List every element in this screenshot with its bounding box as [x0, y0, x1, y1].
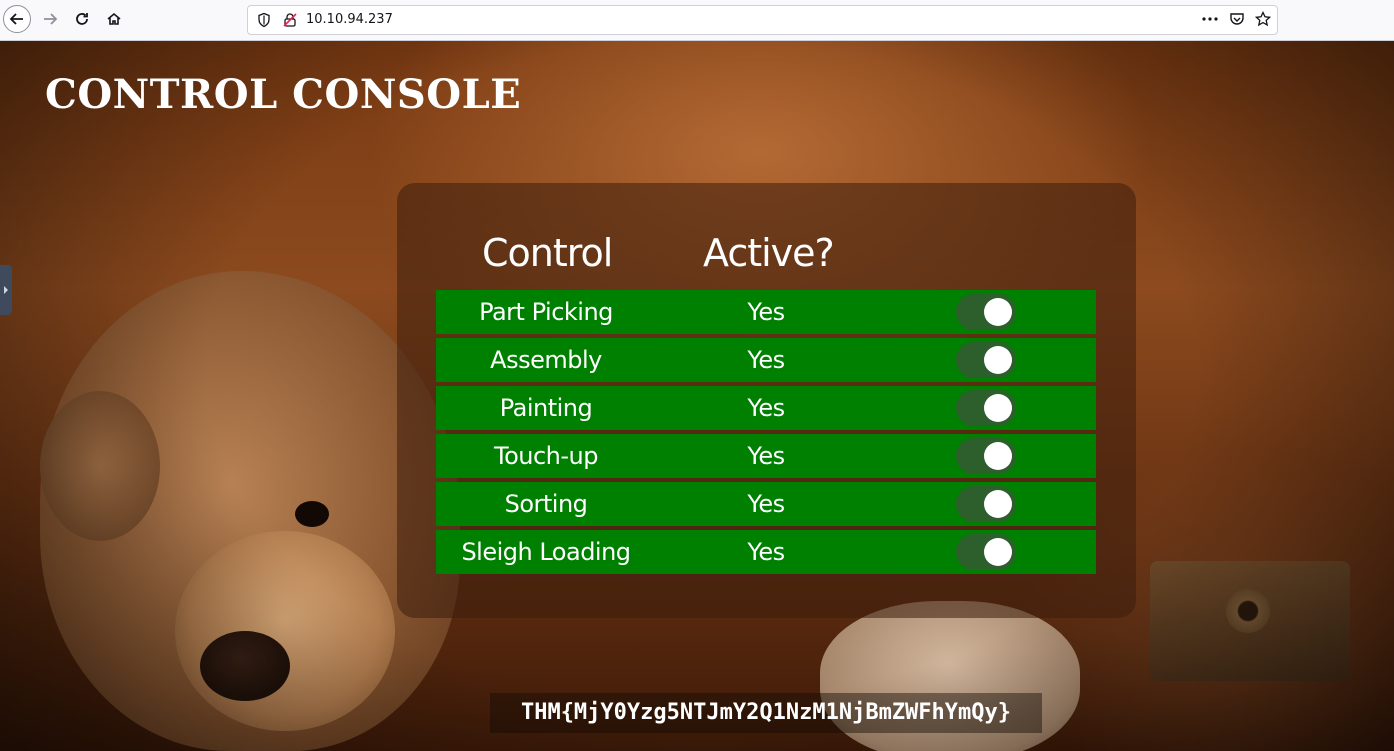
toggle-switch[interactable] — [956, 534, 1016, 570]
control-status: Yes — [747, 490, 785, 518]
toggle-knob — [984, 442, 1012, 470]
control-row: Touch-up Yes — [436, 434, 1096, 478]
back-button[interactable] — [3, 5, 31, 33]
flag-text: THM{MjY0Yzg5NTJmY2Q1NzM1NjBmZWFhYmQy} — [490, 693, 1042, 733]
control-name: Painting — [499, 394, 593, 422]
column-header-control: Control — [482, 231, 613, 275]
arrow-right-icon — [44, 13, 58, 25]
page-title: CONTROL CONSOLE — [45, 71, 522, 118]
toggle-switch[interactable] — [956, 342, 1016, 378]
control-status: Yes — [747, 538, 785, 566]
control-status: Yes — [747, 346, 785, 374]
star-icon[interactable] — [1254, 10, 1272, 31]
control-name: Part Picking — [479, 298, 613, 326]
insecure-lock-icon[interactable] — [282, 12, 298, 32]
control-row: Painting Yes — [436, 386, 1096, 430]
chevron-right-icon — [4, 286, 8, 294]
sidebar-toggle-tab[interactable] — [0, 265, 12, 315]
control-row: Part Picking Yes — [436, 290, 1096, 334]
control-status: Yes — [747, 394, 785, 422]
control-name: Assembly — [490, 346, 602, 374]
more-icon[interactable] — [1201, 11, 1219, 31]
reload-button[interactable] — [68, 5, 96, 33]
reload-icon — [76, 13, 88, 25]
home-icon — [107, 12, 121, 25]
shield-icon[interactable] — [256, 12, 272, 32]
toggle-switch[interactable] — [956, 438, 1016, 474]
toggle-knob — [984, 346, 1012, 374]
control-row: Sleigh Loading Yes — [436, 530, 1096, 574]
toggle-knob — [984, 394, 1012, 422]
control-status: Yes — [747, 442, 785, 470]
toggle-knob — [984, 490, 1012, 518]
home-button[interactable] — [100, 5, 128, 33]
control-status: Yes — [747, 298, 785, 326]
url-bar[interactable]: 10.10.94.237 — [247, 5, 1278, 35]
arrow-left-icon — [9, 13, 23, 25]
column-header-active: Active? — [703, 231, 835, 275]
control-list: Part Picking Yes Assembly Yes Painting Y… — [436, 290, 1096, 578]
control-name: Sleigh Loading — [461, 538, 631, 566]
page-viewport: CONTROL CONSOLE Control Active? Part Pic… — [0, 41, 1394, 751]
toggle-knob — [984, 298, 1012, 326]
control-name: Touch-up — [494, 442, 599, 470]
control-row: Sorting Yes — [436, 482, 1096, 526]
control-name: Sorting — [504, 490, 588, 518]
pocket-icon[interactable] — [1229, 11, 1245, 31]
toggle-knob — [984, 538, 1012, 566]
control-row: Assembly Yes — [436, 338, 1096, 382]
toggle-switch[interactable] — [956, 294, 1016, 330]
url-text[interactable]: 10.10.94.237 — [306, 12, 393, 27]
forward-button[interactable] — [36, 5, 64, 33]
browser-toolbar: 10.10.94.237 — [0, 0, 1394, 41]
toggle-switch[interactable] — [956, 486, 1016, 522]
toggle-switch[interactable] — [956, 390, 1016, 426]
